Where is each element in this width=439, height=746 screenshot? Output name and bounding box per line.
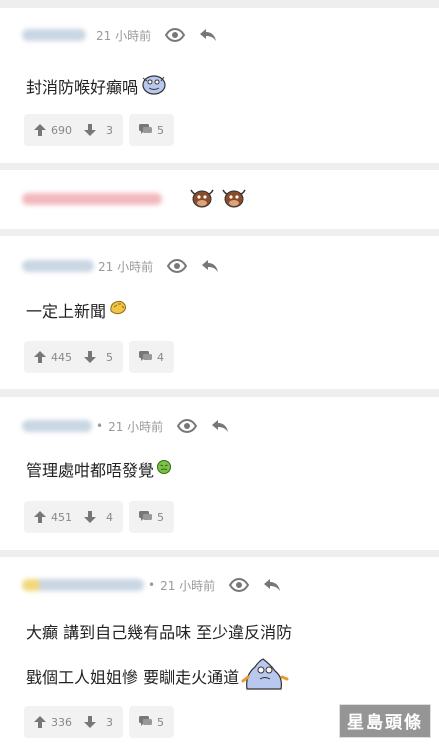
comment-time: 21 小時前 [160,578,216,593]
eye-icon[interactable] [229,578,250,592]
reply-count-button[interactable]: 5 [129,706,174,738]
reply-count-button[interactable]: 5 [129,114,174,146]
reply-icon[interactable] [263,578,281,592]
eye-icon[interactable] [177,419,198,433]
comment-text: 一定上新聞 [26,298,128,322]
comment-actions: 451 4 5 [24,501,174,533]
reply-count: 5 [157,123,164,137]
comment-icon [139,511,152,521]
flame-emoji-icon [241,657,289,695]
username-blurred[interactable] [22,420,92,432]
thumbs-down-icon[interactable] [84,124,96,136]
downvote-count[interactable]: 3 [106,716,113,729]
comment-icon [139,716,152,726]
username-blurred[interactable] [22,29,86,41]
upvote-count[interactable]: 445 [51,351,72,364]
reply-count-button[interactable]: 4 [129,341,174,373]
reply-count: 5 [157,510,164,524]
reply-count: 5 [157,715,164,729]
upvote-count[interactable]: 336 [51,716,72,729]
comment-actions: 336 3 5 [24,706,174,738]
downvote-count[interactable]: 5 [106,351,113,364]
comment-meta [22,189,162,209]
vote-buttons: 451 4 [24,501,123,533]
thumbs-down-icon[interactable] [84,716,96,728]
comment-text [186,186,248,214]
reply-count: 4 [157,350,164,364]
vote-buttons: 336 3 [24,706,123,738]
comment-card: • 21 小時前 管理處咁都唔發覺 451 4 5 [0,397,439,550]
comment-icon [139,124,152,134]
comment-card [0,170,439,229]
bull-emoji-icon [188,186,216,214]
vote-buttons: 690 3 [24,114,123,146]
reply-count-button[interactable]: 5 [129,501,174,533]
comment-meta: 21 小時前 [22,256,219,276]
thumbs-down-icon[interactable] [84,351,96,363]
upvote-count[interactable]: 690 [51,124,72,137]
thumbs-down-icon[interactable] [84,511,96,523]
comment-time: 21 小時前 [96,28,152,43]
thumbs-up-icon[interactable] [34,511,46,523]
thumbs-up-icon[interactable] [34,716,46,728]
eye-icon[interactable] [167,259,188,273]
comment-time: 21 小時前 [108,419,164,434]
blob-emoji-icon [140,72,168,100]
watermark-logo: 星島頭條 [339,704,431,738]
comment-text: 封消防喉好癲喎 [26,72,168,100]
hand-wave-emoji-icon [108,299,128,321]
username-blurred[interactable] [22,193,162,205]
comment-text-line: 戥個工人姐姐慘 要瞓走火通道 [26,657,289,695]
username-blurred[interactable] [22,260,94,272]
angry-face-emoji-icon [156,459,172,479]
reply-icon[interactable] [199,28,217,42]
upvote-count[interactable]: 451 [51,511,72,524]
reply-icon[interactable] [201,259,219,273]
username-blurred[interactable] [22,579,144,591]
vote-buttons: 445 5 [24,341,123,373]
comment-text: 管理處咁都唔發覺 [26,457,172,481]
comment-card: 21 小時前 封消防喉好癲喎 690 3 5 [0,8,439,163]
comment-text-line: 大癲 講到自己幾有品味 至少違反消防 [26,623,293,642]
thumbs-up-icon[interactable] [34,351,46,363]
thumbs-up-icon[interactable] [34,124,46,136]
comment-meta: • 21 小時前 [22,575,281,595]
comment-icon [139,351,152,361]
comment-time: 21 小時前 [98,259,154,274]
comment-actions: 445 5 4 [24,341,174,373]
reply-icon[interactable] [211,419,229,433]
downvote-count[interactable]: 3 [106,124,113,137]
eye-icon[interactable] [165,28,186,42]
comment-meta: • 21 小時前 [22,416,229,436]
bull-emoji-icon [220,186,248,214]
downvote-count[interactable]: 4 [106,511,113,524]
comment-actions: 690 3 5 [24,114,174,146]
comment-card: 21 小時前 一定上新聞 445 5 4 [0,236,439,389]
comment-meta: 21 小時前 [22,25,217,45]
